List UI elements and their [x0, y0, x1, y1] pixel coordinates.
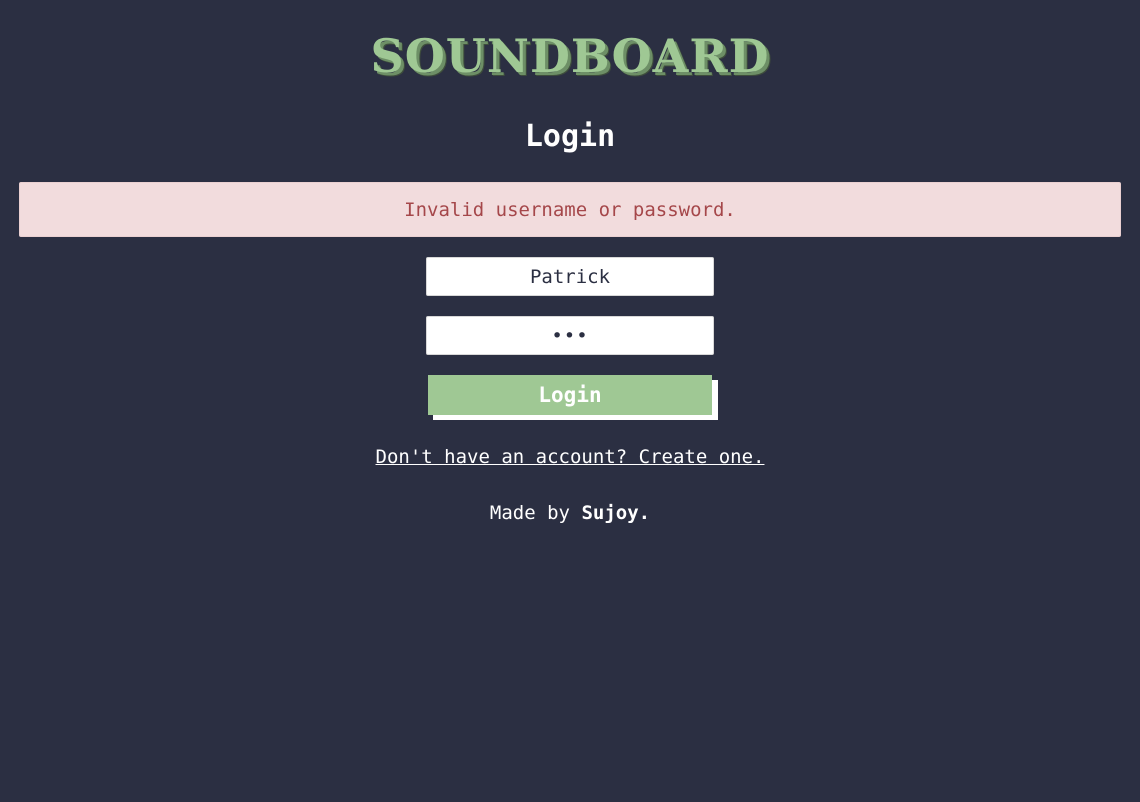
app-logo: SOUNDBOARD — [370, 29, 770, 83]
password-input[interactable] — [426, 316, 714, 355]
footer-author: Sujoy. — [581, 502, 651, 524]
signup-link-container: Don't have an account? Create one. — [0, 444, 1140, 470]
error-alert: Invalid username or password. — [19, 182, 1121, 237]
page-title: Login — [524, 119, 616, 154]
username-input[interactable] — [426, 257, 714, 296]
error-alert-message: Invalid username or password. — [404, 198, 736, 221]
login-button[interactable]: Login — [428, 375, 712, 415]
footer-prefix: Made by — [489, 502, 582, 524]
footer-credit: Made by Sujoy. — [0, 500, 1140, 526]
create-account-link[interactable]: Don't have an account? Create one. — [376, 446, 765, 468]
